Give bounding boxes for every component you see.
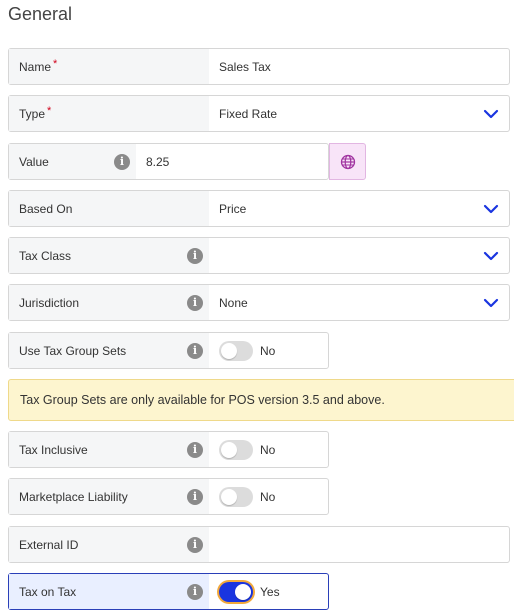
use-tax-group-sets-label: Use Tax Group Sets	[19, 343, 127, 358]
chevron-down-icon[interactable]	[483, 251, 499, 261]
tax-inclusive-label: Tax Inclusive	[19, 442, 88, 457]
required-marker: *	[53, 57, 58, 70]
chevron-down-icon[interactable]	[483, 298, 499, 308]
marketplace-liability-state: No	[260, 489, 276, 504]
globe-icon	[340, 154, 356, 170]
marketplace-liability-field: Marketplace Liability i No	[8, 478, 329, 515]
notice-text: Tax Group Sets are only available for PO…	[20, 393, 385, 407]
chevron-down-icon[interactable]	[483, 204, 499, 214]
globe-button[interactable]	[329, 143, 366, 180]
external-id-label: External ID	[19, 537, 79, 552]
tax-inclusive-toggle[interactable]	[219, 439, 253, 460]
tax-on-tax-field: Tax on Tax i Yes	[8, 573, 329, 610]
tax-on-tax-toggle[interactable]	[219, 581, 253, 602]
section-title: General	[8, 4, 73, 24]
notice-banner: Tax Group Sets are only available for PO…	[8, 379, 514, 421]
info-icon[interactable]: i	[187, 294, 203, 311]
tax-on-tax-label: Tax on Tax	[19, 584, 77, 599]
type-label: Type *	[19, 104, 52, 121]
name-label: Name *	[19, 57, 58, 74]
based-on-label: Based On	[19, 201, 73, 216]
info-icon[interactable]: i	[187, 488, 203, 505]
type-select[interactable]: Type * Fixed Rate	[8, 95, 510, 132]
toggle-knob	[221, 488, 237, 505]
info-icon[interactable]: i	[187, 441, 203, 458]
type-value: Fixed Rate	[219, 106, 278, 121]
info-icon[interactable]: i	[187, 247, 203, 264]
tax-class-label: Tax Class	[19, 248, 72, 263]
name-field[interactable]: Name * Sales Tax	[8, 48, 510, 85]
info-icon[interactable]: i	[114, 153, 130, 170]
toggle-knob	[221, 342, 237, 359]
toggle-knob	[221, 441, 237, 458]
marketplace-liability-toggle[interactable]	[219, 486, 253, 507]
name-input[interactable]: Sales Tax	[219, 60, 271, 74]
tax-class-select[interactable]: Tax Class i	[8, 237, 510, 274]
tax-on-tax-state: Yes	[260, 584, 280, 599]
info-icon[interactable]: i	[187, 536, 203, 553]
value-input[interactable]: 8.25	[146, 155, 169, 169]
jurisdiction-label: Jurisdiction	[19, 295, 80, 310]
info-icon[interactable]: i	[187, 583, 203, 600]
required-marker: *	[47, 104, 52, 117]
based-on-value: Price	[219, 201, 247, 216]
external-id-field[interactable]: External ID i	[8, 526, 510, 563]
tax-inclusive-state: No	[260, 442, 276, 457]
marketplace-liability-label: Marketplace Liability	[19, 489, 128, 504]
value-field[interactable]: Value i 8.25	[8, 143, 366, 180]
info-icon[interactable]: i	[187, 342, 203, 359]
use-tax-group-sets-toggle[interactable]	[219, 340, 253, 361]
chevron-down-icon[interactable]	[483, 109, 499, 119]
value-label: Value	[19, 154, 49, 169]
use-tax-group-sets-state: No	[260, 343, 276, 358]
jurisdiction-value: None	[219, 295, 248, 310]
tax-inclusive-field: Tax Inclusive i No	[8, 431, 329, 468]
use-tax-group-sets-field: Use Tax Group Sets i No	[8, 332, 329, 369]
toggle-knob	[235, 583, 251, 600]
based-on-select[interactable]: Based On Price	[8, 190, 510, 227]
jurisdiction-select[interactable]: Jurisdiction i None	[8, 284, 510, 321]
